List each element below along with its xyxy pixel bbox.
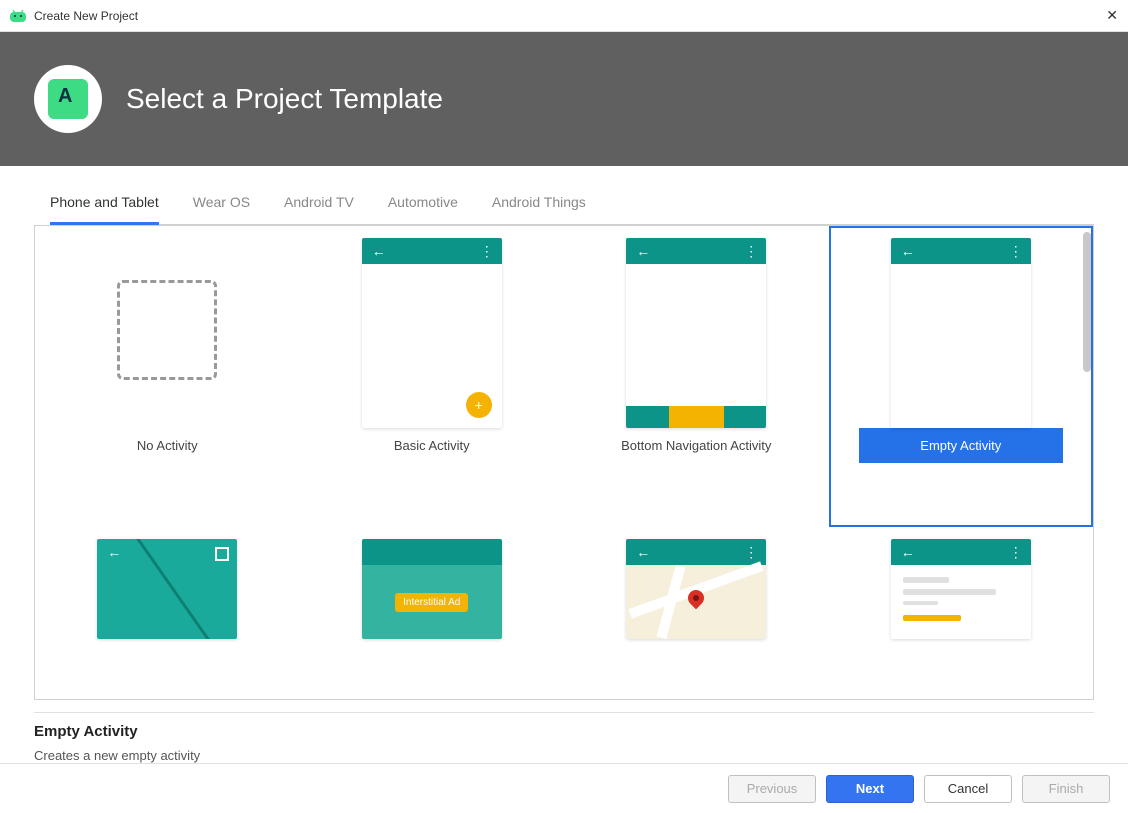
selected-template-title: Empty Activity <box>34 723 1094 740</box>
template-label: Basic Activity <box>330 428 535 463</box>
appbar-preview: ← ⋮ <box>891 238 1031 264</box>
android-studio-logo: A <box>34 65 102 133</box>
fullscreen-icon <box>215 547 229 561</box>
menu-dots-icon: ⋮ <box>744 544 756 561</box>
map-preview <box>626 565 766 639</box>
android-studio-icon <box>10 8 26 24</box>
menu-dots-icon: ⋮ <box>480 243 492 260</box>
template-label: No Activity <box>65 428 270 463</box>
template-thumbnail: Interstitial Ad <box>362 539 502 639</box>
template-empty-activity[interactable]: ← ⋮ Empty Activity <box>829 226 1094 527</box>
menu-dots-icon: ⋮ <box>1009 544 1021 561</box>
template-label: Bottom Navigation Activity <box>594 428 799 463</box>
close-icon[interactable]: ✕ <box>1106 7 1118 24</box>
template-fullscreen-activity[interactable]: ← <box>35 527 300 699</box>
template-google-maps[interactable]: ← ⋮ <box>564 527 829 699</box>
back-arrow-icon: ← <box>636 243 650 259</box>
tab-automotive[interactable]: Automotive <box>388 184 458 225</box>
selection-description: Empty Activity Creates a new empty activ… <box>34 712 1094 763</box>
template-basic-activity[interactable]: ← ⋮ + Basic Activity <box>300 226 565 527</box>
wizard-footer: Previous Next Cancel Finish <box>0 763 1128 813</box>
list-preview <box>891 565 1031 639</box>
back-arrow-icon: ← <box>372 243 386 259</box>
bottom-nav-preview <box>626 406 766 428</box>
cancel-button[interactable]: Cancel <box>924 775 1012 803</box>
menu-dots-icon: ⋮ <box>744 243 756 260</box>
template-thumbnail: ← <box>97 539 237 639</box>
back-arrow-icon: ← <box>636 544 650 560</box>
template-admob-ads[interactable]: Interstitial Ad <box>300 527 565 699</box>
back-arrow-icon: ← <box>901 544 915 560</box>
template-bottom-navigation[interactable]: ← ⋮ Bottom Navigation Activity <box>564 226 829 527</box>
tab-android-things[interactable]: Android Things <box>492 184 586 225</box>
template-thumbnail: ← ⋮ <box>891 238 1031 428</box>
appbar-preview: ← ⋮ <box>626 238 766 264</box>
template-thumbnail: ← ⋮ <box>626 238 766 428</box>
tab-phone-tablet[interactable]: Phone and Tablet <box>50 184 159 225</box>
appbar-preview <box>362 539 502 565</box>
finish-button[interactable]: Finish <box>1022 775 1110 803</box>
fab-icon: + <box>466 392 492 418</box>
titlebar: Create New Project ✕ <box>0 0 1128 32</box>
content-area: Phone and Tablet Wear OS Android TV Auto… <box>0 166 1128 763</box>
template-master-detail[interactable]: ← ⋮ <box>829 527 1094 699</box>
template-thumbnail: ← ⋮ <box>626 539 766 639</box>
previous-button[interactable]: Previous <box>728 775 816 803</box>
form-factor-tabs: Phone and Tablet Wear OS Android TV Auto… <box>50 184 1094 225</box>
menu-dots-icon: ⋮ <box>1009 243 1021 260</box>
appbar-preview: ← <box>97 539 237 565</box>
interstitial-ad-badge: Interstitial Ad <box>395 593 468 612</box>
template-no-activity[interactable]: No Activity <box>35 226 300 527</box>
tab-android-tv[interactable]: Android TV <box>284 184 354 225</box>
page-title: Select a Project Template <box>126 83 443 115</box>
wizard-header: A Select a Project Template <box>0 32 1128 166</box>
window-title: Create New Project <box>34 9 1106 23</box>
dashed-placeholder-icon <box>117 280 217 380</box>
scrollbar-thumb[interactable] <box>1083 232 1091 372</box>
template-grid: No Activity ← ⋮ + Basic Activity ← <box>35 226 1093 699</box>
template-thumbnail: ← ⋮ <box>891 539 1031 639</box>
template-label: Empty Activity <box>859 428 1064 463</box>
appbar-preview: ← ⋮ <box>362 238 502 264</box>
back-arrow-icon: ← <box>901 243 915 259</box>
selected-template-text: Creates a new empty activity <box>34 748 1094 763</box>
appbar-preview: ← ⋮ <box>626 539 766 565</box>
interstitial-preview: Interstitial Ad <box>362 565 502 639</box>
scrollbar[interactable] <box>1081 232 1091 693</box>
template-thumbnail: ← ⋮ + <box>362 238 502 428</box>
template-grid-container: No Activity ← ⋮ + Basic Activity ← <box>34 225 1094 700</box>
next-button[interactable]: Next <box>826 775 914 803</box>
template-thumbnail <box>97 238 237 428</box>
back-arrow-icon: ← <box>107 544 121 560</box>
fullscreen-preview: ← <box>97 539 237 639</box>
tab-wear-os[interactable]: Wear OS <box>193 184 250 225</box>
appbar-preview: ← ⋮ <box>891 539 1031 565</box>
